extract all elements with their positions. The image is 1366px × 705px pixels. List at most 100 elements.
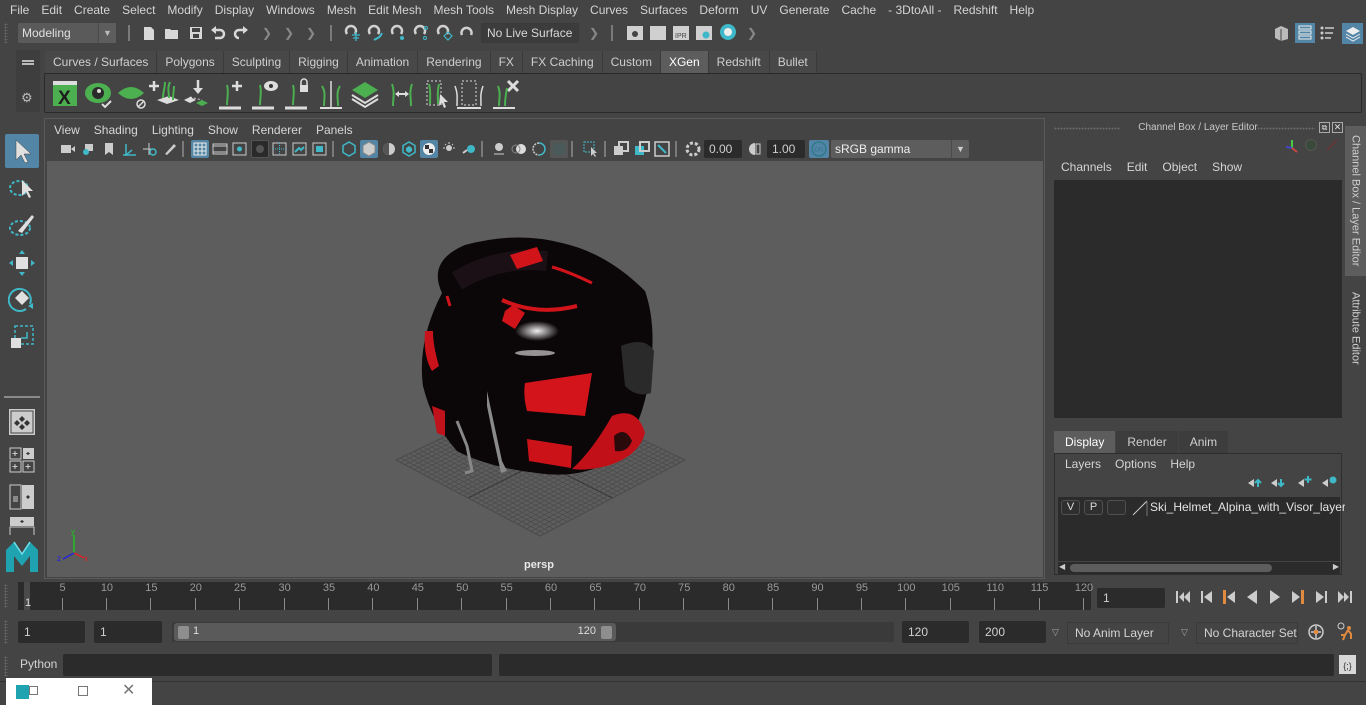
save-scene-icon[interactable] <box>187 24 205 42</box>
attribute-editor-toggle-icon[interactable] <box>1295 23 1315 43</box>
manipulator-axis-icon[interactable] <box>1284 138 1300 157</box>
collapse-arrow-icon[interactable]: ❯ <box>258 24 276 42</box>
snap-to-projected-center-icon[interactable] <box>412 24 430 42</box>
move-layer-down-icon[interactable] <box>1270 477 1286 492</box>
rotate-tool-button[interactable] <box>5 281 39 315</box>
go-to-start-button[interactable] <box>1175 588 1193 606</box>
menu-mesh-tools[interactable]: Mesh Tools <box>428 3 500 17</box>
make-live-icon[interactable] <box>458 24 476 42</box>
menu-redshift[interactable]: Redshift <box>948 3 1004 17</box>
go-to-end-button[interactable] <box>1335 588 1353 606</box>
anti-aliasing-icon[interactable] <box>530 140 548 158</box>
xgen-preview-icon[interactable] <box>83 78 115 110</box>
view-transform-dropdown[interactable]: sRGB gamma ▼ <box>831 140 969 158</box>
channel-box-menu-channels[interactable]: Channels <box>1054 160 1120 174</box>
step-back-key-button[interactable] <box>1220 588 1238 606</box>
paint-select-tool-button[interactable] <box>5 208 39 242</box>
animation-start-field[interactable]: 1 <box>18 621 85 643</box>
anim-layer-dropdown[interactable]: No Anim Layer <box>1067 622 1169 644</box>
shelf-tab-animation[interactable]: Animation <box>347 51 419 73</box>
safe-action-icon[interactable] <box>291 140 309 158</box>
layer-menu-options[interactable]: Options <box>1109 457 1164 471</box>
menu-curves[interactable]: Curves <box>584 3 634 17</box>
helmet-model[interactable] <box>421 237 654 475</box>
menu-help[interactable]: Help <box>1004 3 1041 17</box>
time-slider-grip[interactable] <box>4 584 8 608</box>
shelf-tab-sculpting[interactable]: Sculpting <box>223 51 291 73</box>
viewport-menu-panels[interactable]: Panels <box>309 121 360 139</box>
bookmark-icon[interactable] <box>100 140 118 158</box>
color-management-toggle[interactable]: ON <box>809 140 829 158</box>
shelf-tab-redshift[interactable]: Redshift <box>708 51 770 73</box>
shelf-tab-fx[interactable]: FX <box>490 51 523 73</box>
channel-box-menu-show[interactable]: Show <box>1205 160 1250 174</box>
panel-grip[interactable] <box>1257 127 1315 130</box>
render-view-icon[interactable] <box>626 24 644 42</box>
gate-mask-icon[interactable] <box>251 140 269 158</box>
menu-edit-mesh[interactable]: Edit Mesh <box>362 3 427 17</box>
menu-surfaces[interactable]: Surfaces <box>634 3 693 17</box>
3d-viewport[interactable]: y x z persp <box>47 161 1043 577</box>
range-slider[interactable]: 1 120 <box>172 622 894 642</box>
layer-tab-render[interactable]: Render <box>1116 431 1178 453</box>
render-settings-icon[interactable] <box>695 24 713 42</box>
select-tool-button[interactable] <box>5 134 39 168</box>
collapse-arrow-icon[interactable]: ❯ <box>280 24 298 42</box>
xgen-place-guides-icon[interactable] <box>182 78 214 110</box>
snap-to-view-plane-icon[interactable] <box>435 24 453 42</box>
new-layer-from-selected-icon[interactable] <box>1321 475 1337 492</box>
play-backwards-button[interactable] <box>1243 588 1261 606</box>
image-plane-icon[interactable] <box>120 140 138 158</box>
gamma-field[interactable]: 1.00 <box>767 140 805 158</box>
layer-row[interactable]: V P Ski_Helmet_Alpina_with_Visor_layer <box>1058 497 1346 519</box>
undo-icon[interactable] <box>209 24 227 42</box>
snap-to-point-icon[interactable] <box>389 24 407 42</box>
xgen-sculpt-guides-icon[interactable] <box>316 78 348 110</box>
isolate-select-icon[interactable] <box>582 140 600 158</box>
film-gate-icon[interactable] <box>211 140 229 158</box>
collapse-arrow-icon[interactable]: ❯ <box>585 24 603 42</box>
menu-uv[interactable]: UV <box>745 3 774 17</box>
shelf-settings-gear-icon[interactable]: ⚙ <box>21 90 33 106</box>
camera-attributes-icon[interactable] <box>80 140 98 158</box>
shelf-tab-rigging[interactable]: Rigging <box>290 51 348 73</box>
hypershade-icon[interactable] <box>719 23 737 41</box>
side-tab-attribute-editor[interactable]: Attribute Editor <box>1345 283 1366 373</box>
camera-select-icon[interactable] <box>59 140 77 158</box>
xgen-rebuild-icon[interactable] <box>387 78 419 110</box>
layer-horizontal-scrollbar[interactable]: ◀ ▶ <box>1058 562 1340 574</box>
xray-active-components-icon[interactable] <box>633 140 651 158</box>
grease-pencil-icon[interactable] <box>161 140 179 158</box>
open-scene-icon[interactable] <box>163 24 181 42</box>
menu-edit[interactable]: Edit <box>35 3 68 17</box>
menu-mesh[interactable]: Mesh <box>321 3 362 17</box>
wireframe-on-shaded-icon[interactable] <box>400 140 418 158</box>
four-view-layout-button[interactable] <box>5 443 39 477</box>
xgen-add-guide-icon[interactable] <box>217 78 249 110</box>
scroll-left-icon[interactable]: ◀ <box>1059 562 1065 571</box>
move-layer-up-icon[interactable] <box>1247 477 1263 492</box>
xgen-delete-icon[interactable] <box>491 78 523 110</box>
speed-icon[interactable] <box>1305 139 1317 151</box>
playback-start-field[interactable]: 1 <box>94 621 162 643</box>
menu-set-dropdown[interactable]: Modeling ▼ <box>18 23 116 43</box>
shelf-tab-bullet[interactable]: Bullet <box>769 51 817 73</box>
anim-layer-options-icon[interactable]: ▽ <box>1052 627 1059 638</box>
layer-tab-display[interactable]: Display <box>1054 431 1116 453</box>
render-current-frame-icon[interactable] <box>649 24 667 42</box>
animation-end-field[interactable]: 200 <box>979 621 1046 643</box>
menu-modify[interactable]: Modify <box>161 3 208 17</box>
shelf-menu-icon[interactable] <box>22 60 34 62</box>
menu-create[interactable]: Create <box>68 3 116 17</box>
layer-visibility-toggle[interactable]: V <box>1061 500 1080 515</box>
smooth-shade-icon[interactable] <box>360 140 378 158</box>
new-scene-icon[interactable] <box>140 24 158 42</box>
viewport-menu-show[interactable]: Show <box>201 121 245 139</box>
maximize-window-icon[interactable] <box>78 686 88 696</box>
layer-display-type-toggle[interactable] <box>1107 500 1126 515</box>
layer-tab-anim[interactable]: Anim <box>1178 431 1229 453</box>
exposure-field[interactable]: 0.00 <box>704 140 742 158</box>
xgen-show-guides-icon[interactable] <box>250 78 282 110</box>
collapse-arrow-icon[interactable]: ❯ <box>302 24 320 42</box>
range-slider-bar[interactable]: 1 120 <box>174 623 616 641</box>
